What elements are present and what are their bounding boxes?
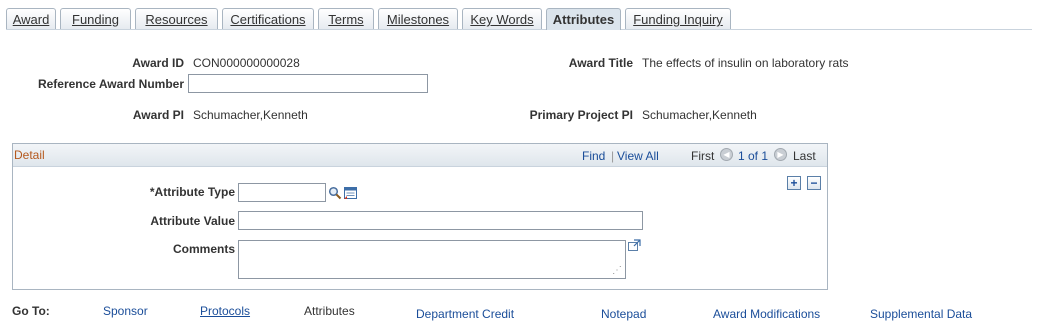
tab-certifications[interactable]: Certifications: [222, 8, 314, 29]
award-title-label: Award Title: [568, 56, 633, 70]
tab-award[interactable]: Award: [6, 8, 56, 29]
delete-row-button[interactable]: −: [807, 176, 821, 190]
first-label: First: [691, 149, 715, 163]
tab-milestones[interactable]: Milestones: [378, 8, 458, 29]
add-row-button[interactable]: +: [787, 176, 801, 190]
tab-funding[interactable]: Funding: [60, 8, 131, 29]
detail-header: Detail Find | View All First ◀ 1 of 1 ▶ …: [13, 144, 827, 167]
goto-department-credit-link[interactable]: Department Credit: [416, 307, 514, 321]
goto-notepad-link[interactable]: Notepad: [601, 307, 646, 321]
tab-resources[interactable]: Resources: [135, 8, 218, 29]
goto-award-modifications-link[interactable]: Award Modifications: [713, 307, 820, 321]
previous-row-icon[interactable]: ◀: [720, 148, 733, 161]
attribute-value-input[interactable]: [238, 211, 643, 230]
reference-award-number-input[interactable]: [188, 74, 428, 93]
find-link[interactable]: Find: [582, 149, 605, 163]
comments-textarea[interactable]: [238, 240, 626, 279]
award-pi-label: Award PI: [132, 108, 184, 122]
calendar-prompt-icon[interactable]: [343, 186, 358, 203]
award-pi-value: Schumacher,Kenneth: [193, 108, 308, 122]
last-label: Last: [793, 149, 816, 163]
detail-title: Detail: [14, 148, 45, 162]
award-id-value: CON000000000028: [193, 56, 300, 70]
next-row-icon[interactable]: ▶: [774, 148, 787, 161]
magnifier-icon[interactable]: [328, 186, 342, 203]
view-all-link[interactable]: View All: [617, 149, 659, 163]
award-id-label: Award ID: [132, 56, 184, 70]
goto-sponsor-link[interactable]: Sponsor: [103, 304, 148, 318]
goto-attributes-current: Attributes: [304, 304, 355, 318]
reference-award-number-label: Reference Award Number: [37, 77, 184, 91]
tab-attributes[interactable]: Attributes: [546, 8, 621, 30]
goto-supplemental-data-link[interactable]: Supplemental Data: [870, 307, 972, 321]
row-counter: 1 of 1: [738, 149, 769, 163]
goto-label: Go To:: [12, 304, 50, 318]
tab-bar: Award Funding Resources Certifications T…: [6, 8, 1032, 30]
tab-terms[interactable]: Terms: [318, 8, 374, 29]
tab-key-words[interactable]: Key Words: [462, 8, 542, 29]
attribute-value-label: Attribute Value: [150, 214, 235, 228]
resize-grip-icon[interactable]: ⋰: [612, 265, 622, 276]
award-title-value: The effects of insulin on laboratory rat…: [642, 56, 849, 70]
attribute-type-input[interactable]: [238, 183, 326, 202]
attribute-type-label: *Attribute Type: [149, 185, 235, 199]
header-separator: |: [611, 149, 615, 163]
expand-textarea-icon[interactable]: [627, 239, 641, 255]
tab-funding-inquiry[interactable]: Funding Inquiry: [625, 8, 731, 29]
detail-scroll-area: Detail Find | View All First ◀ 1 of 1 ▶ …: [12, 143, 828, 290]
primary-project-pi-label: Primary Project PI: [529, 108, 633, 122]
comments-label: Comments: [172, 242, 235, 256]
goto-protocols-link[interactable]: Protocols: [200, 304, 250, 318]
primary-project-pi-value: Schumacher,Kenneth: [642, 108, 757, 122]
